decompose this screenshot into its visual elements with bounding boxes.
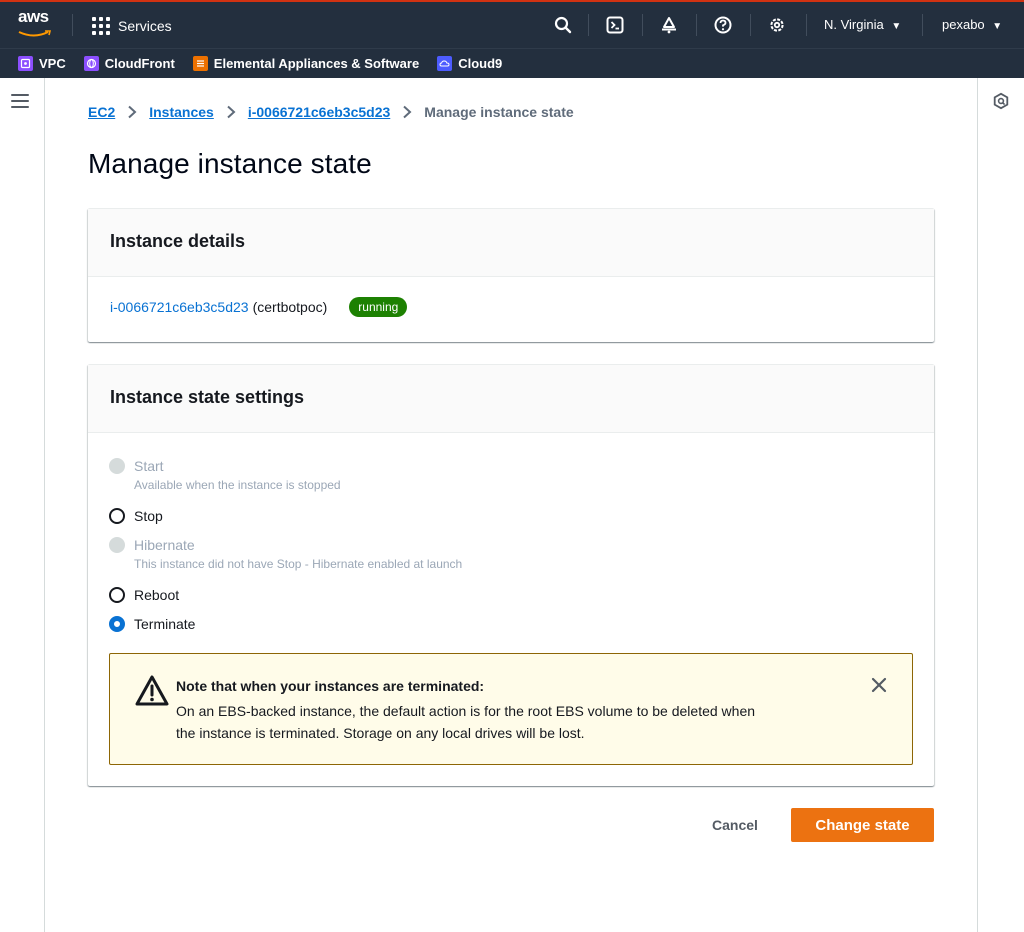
breadcrumb-instance-id[interactable]: i-0066721c6eb3c5d23 [248, 104, 390, 120]
radio-option-reboot[interactable]: Reboot [109, 586, 179, 604]
favorite-label: Elemental Appliances & Software [213, 56, 420, 71]
instance-state-settings-panel: Instance state settings Start Available … [88, 364, 934, 786]
aws-logo[interactable]: aws [18, 8, 58, 40]
radio-button-start [109, 458, 125, 474]
radio-option-hibernate: Hibernate This instance did not have Sto… [109, 536, 462, 572]
aws-logo-text: aws [18, 7, 49, 26]
instance-id-link[interactable]: i-0066721c6eb3c5d23 [110, 299, 249, 315]
nav-divider [696, 14, 697, 36]
elemental-service-icon [192, 56, 208, 71]
nav-divider [642, 14, 643, 36]
nav-divider [72, 14, 73, 36]
hexagon-icon[interactable] [992, 92, 1010, 110]
radio-button-reboot[interactable] [109, 587, 125, 603]
favorite-vpc[interactable]: VPC [18, 56, 66, 71]
radio-description-start: Available when the instance is stopped [134, 478, 341, 492]
favorites-bar: VPC CloudFront Elemental Appliances & So… [0, 48, 1024, 78]
alert-body-line: the instance is terminated. Storage on a… [176, 725, 585, 741]
breadcrumb-ec2[interactable]: EC2 [88, 104, 115, 120]
radio-label-reboot: Reboot [134, 587, 180, 603]
top-navigation: aws Services N. Virginia ▼ pexabo ▼ [0, 0, 1024, 48]
instance-details-body: i-0066721c6eb3c5d23 (certbotpoc) running [88, 277, 934, 337]
radio-label-terminate: Terminate [134, 616, 196, 632]
radio-description-hibernate: This instance did not have Stop - Hibern… [134, 557, 463, 571]
aws-smile-icon [18, 30, 52, 37]
breadcrumb-current: Manage instance state [424, 104, 574, 120]
favorite-label: Cloud9 [458, 56, 503, 71]
favorite-label: CloudFront [104, 56, 175, 71]
breadcrumb: EC2 Instances i-0066721c6eb3c5d23 Manage… [88, 102, 574, 122]
instance-state-settings-header: Instance state settings [88, 365, 934, 433]
radio-label-stop: Stop [134, 508, 163, 524]
alert-title: Note that when your instances are termin… [176, 678, 485, 694]
termination-warning-alert: Note that when your instances are termin… [109, 653, 913, 765]
status-badge: running [349, 297, 408, 317]
region-label: N. Virginia [824, 17, 884, 32]
cloud9-service-icon [437, 56, 453, 71]
favorite-elemental[interactable]: Elemental Appliances & Software [192, 56, 420, 71]
warning-icon [135, 675, 169, 706]
caret-down-icon: ▼ [992, 21, 1003, 32]
terminal-icon [606, 16, 624, 34]
favorite-cloud9[interactable]: Cloud9 [437, 56, 502, 71]
apps-grid-icon [92, 17, 110, 35]
nav-divider [806, 14, 807, 36]
form-actions: Cancel Change state [680, 808, 934, 842]
radio-label-hibernate: Hibernate [134, 537, 195, 553]
close-icon[interactable] [870, 676, 888, 694]
help-button[interactable] [712, 14, 734, 36]
change-state-button[interactable]: Change state [791, 808, 934, 842]
account-label: pexabo [942, 17, 985, 32]
chevron-right-icon [226, 105, 236, 119]
instance-name: (certbotpoc) [252, 299, 328, 315]
radio-button-stop[interactable] [109, 508, 125, 524]
instance-details-header: Instance details [88, 209, 934, 277]
account-menu[interactable]: pexabo ▼ [942, 17, 1002, 32]
radio-option-terminate[interactable]: Terminate [109, 615, 195, 633]
state-radio-group: Start Available when the instance is sto… [88, 433, 934, 765]
radio-label-start: Start [134, 458, 164, 474]
breadcrumb-instances[interactable]: Instances [149, 104, 214, 120]
nav-divider [588, 14, 589, 36]
notifications-button[interactable] [658, 14, 680, 36]
page-title: Manage instance state [88, 148, 372, 179]
cancel-button[interactable]: Cancel [680, 808, 790, 842]
radio-option-start: Start Available when the instance is sto… [109, 457, 341, 493]
instance-details-panel: Instance details i-0066721c6eb3c5d23 (ce… [88, 208, 934, 342]
cloudshell-button[interactable] [604, 14, 626, 36]
radio-button-terminate[interactable] [109, 616, 125, 632]
settings-button[interactable] [766, 14, 788, 36]
alert-body: On an EBS-backed instance, the default a… [176, 700, 856, 744]
vpc-service-icon [18, 56, 33, 71]
favorite-cloudfront[interactable]: CloudFront [83, 56, 175, 71]
nav-divider [750, 14, 751, 36]
help-icon [714, 16, 732, 34]
cloudfront-service-icon [83, 56, 99, 71]
search-button[interactable] [552, 14, 574, 36]
bell-icon [662, 17, 676, 34]
radio-button-hibernate [109, 537, 125, 553]
region-selector[interactable]: N. Virginia ▼ [824, 17, 901, 32]
search-icon [554, 16, 572, 34]
services-menu-button[interactable]: Services [92, 14, 172, 38]
left-side-rail [0, 78, 45, 932]
chevron-right-icon [402, 105, 412, 119]
alert-body-line: On an EBS-backed instance, the default a… [176, 703, 756, 719]
nav-divider [922, 14, 923, 36]
gear-icon [770, 18, 784, 32]
menu-icon[interactable] [11, 94, 29, 108]
services-label: Services [118, 18, 172, 34]
favorite-label: VPC [39, 56, 66, 71]
chevron-right-icon [127, 105, 137, 119]
radio-option-stop[interactable]: Stop [109, 507, 163, 525]
right-side-rail [977, 78, 1024, 932]
caret-down-icon: ▼ [891, 21, 902, 32]
